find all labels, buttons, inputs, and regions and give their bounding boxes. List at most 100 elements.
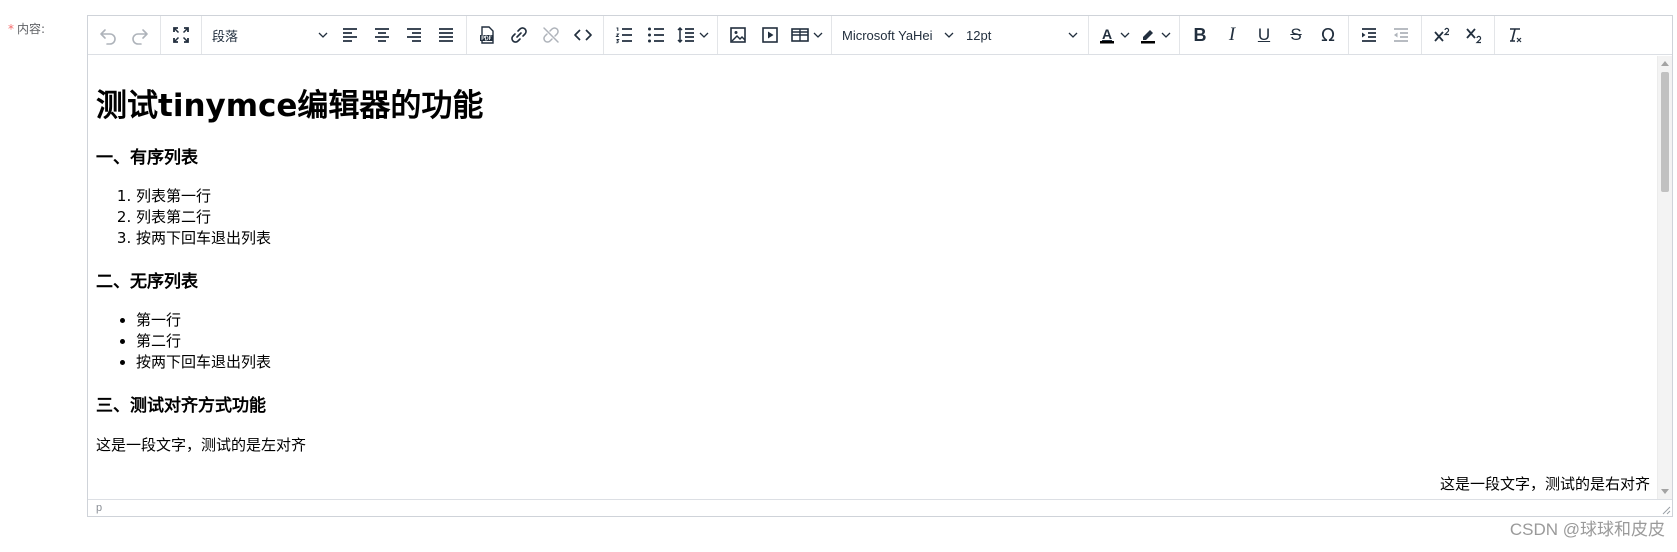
subscript-button[interactable] (1458, 20, 1490, 50)
bold-button[interactable]: B (1184, 20, 1216, 50)
outdent-button[interactable] (1385, 20, 1417, 50)
redo-icon (132, 29, 148, 45)
scroll-down-arrow-icon[interactable] (1661, 489, 1669, 494)
strikethrough-icon: S (1290, 25, 1302, 44)
text-color-glyph: A (1102, 26, 1112, 42)
list-item: 第二行 (136, 331, 1650, 352)
media-icon (762, 27, 778, 43)
indent-icon (1362, 28, 1376, 42)
indent-group (1349, 16, 1422, 54)
code-icon (574, 29, 592, 41)
line-height-button[interactable] (672, 20, 713, 50)
align-right-icon (407, 28, 421, 42)
insert-media-button[interactable] (754, 20, 786, 50)
scroll-up-arrow-icon[interactable] (1661, 61, 1669, 66)
align-left-button[interactable] (334, 20, 366, 50)
chevron-down-icon (699, 32, 709, 38)
font-family-value: Microsoft YaHei (842, 27, 933, 43)
export-pdf-button[interactable] (471, 20, 503, 50)
list-item: 按两下回车退出列表 (136, 352, 1650, 373)
unlink-button[interactable] (535, 20, 567, 50)
undo-button[interactable] (92, 20, 124, 50)
editor-content-area[interactable]: 测试tinymce编辑器的功能 一、有序列表 列表第一行 列表第二行 按两下回车… (88, 56, 1672, 499)
color-group: A (1089, 16, 1180, 54)
clear-formatting-icon (1510, 28, 1522, 43)
history-group (88, 16, 161, 54)
resize-handle-icon[interactable] (1660, 504, 1671, 515)
right-aligned-paragraph: 这是一段文字，测试的是右对齐 (1439, 475, 1650, 493)
style-group: B I U S Ω (1180, 16, 1349, 54)
editor-toolbar: 段落 Microsoft YaHei 12pt A B I U S Ω (88, 16, 1672, 55)
undo-icon (100, 29, 116, 45)
pdf-icon (480, 26, 494, 44)
vertical-scrollbar[interactable] (1657, 56, 1672, 499)
chevron-down-icon (944, 32, 954, 38)
document-title: 测试tinymce编辑器的功能 (96, 88, 484, 124)
unlink-icon (543, 27, 559, 43)
list-item: 列表第一行 (136, 186, 1650, 207)
image-icon (730, 27, 746, 43)
insert-image-button[interactable] (722, 20, 754, 50)
italic-icon: I (1228, 24, 1236, 45)
font-size-value: 12pt (966, 27, 992, 43)
align-right-button[interactable] (398, 20, 430, 50)
underline-button[interactable]: U (1248, 20, 1280, 50)
font-size-select[interactable]: 12pt (960, 20, 1084, 50)
section-heading-unordered-list: 二、无序列表 (96, 272, 198, 292)
align-justify-icon (439, 28, 453, 42)
bullet-list-button[interactable] (640, 20, 672, 50)
align-center-button[interactable] (366, 20, 398, 50)
italic-button[interactable]: I (1216, 20, 1248, 50)
clear-formatting-button[interactable] (1499, 20, 1531, 50)
chevron-down-icon (813, 32, 823, 38)
clear-group (1495, 16, 1535, 54)
rich-text-editor: 段落 Microsoft YaHei 12pt A B I U S Ω 测试ti… (87, 15, 1673, 517)
align-justify-button[interactable] (430, 20, 462, 50)
indent-button[interactable] (1353, 20, 1385, 50)
insert-link-button[interactable] (503, 20, 535, 50)
font-group: Microsoft YaHei 12pt (832, 16, 1089, 54)
link-icon (511, 27, 527, 43)
required-asterisk: * (8, 22, 14, 36)
format-group: 段落 (202, 16, 467, 54)
outdent-icon (1394, 28, 1408, 42)
csdn-watermark: CSDN @球球和皮皮 (1509, 520, 1665, 539)
content-label-text: 内容: (17, 22, 46, 36)
insert-table-button[interactable] (786, 20, 827, 50)
highlighter-icon (1141, 30, 1155, 44)
underline-icon: U (1257, 25, 1271, 44)
bold-icon: B (1193, 24, 1207, 45)
strikethrough-button[interactable]: S (1280, 20, 1312, 50)
chevron-down-icon (1068, 32, 1078, 38)
redo-button[interactable] (124, 20, 156, 50)
superscript-icon (1434, 27, 1450, 42)
text-color-button[interactable]: A (1093, 20, 1134, 50)
omega-icon: Ω (1321, 24, 1335, 46)
section-heading-alignment: 三、测试对齐方式功能 (96, 396, 266, 416)
fullscreen-button[interactable] (165, 20, 197, 50)
numbered-list-button[interactable] (608, 20, 640, 50)
content-form-label: * 内容: (8, 20, 45, 37)
fullscreen-icon (173, 27, 189, 43)
numbered-list-icon (615, 27, 632, 44)
scrollbar-thumb[interactable] (1661, 72, 1669, 192)
fullscreen-group (161, 16, 202, 54)
subscript-icon (1466, 28, 1482, 44)
list-item: 按两下回车退出列表 (136, 228, 1650, 249)
chevron-down-icon (1161, 32, 1171, 38)
block-format-select[interactable]: 段落 (206, 20, 334, 50)
align-left-icon (343, 28, 357, 42)
special-character-button[interactable]: Ω (1312, 20, 1344, 50)
bullet-list-icon (648, 27, 664, 43)
font-family-select[interactable]: Microsoft YaHei (836, 20, 960, 50)
ordered-list: 列表第一行 列表第二行 按两下回车退出列表 (96, 186, 1650, 249)
unordered-list: 第一行 第二行 按两下回车退出列表 (96, 310, 1650, 373)
superscript-button[interactable] (1426, 20, 1458, 50)
background-color-button[interactable] (1134, 20, 1175, 50)
chevron-down-icon (1120, 32, 1130, 38)
source-code-button[interactable] (567, 20, 599, 50)
block-format-value: 段落 (212, 28, 239, 44)
element-path[interactable]: p (96, 502, 102, 514)
insert-group-1 (467, 16, 604, 54)
section-heading-ordered-list: 一、有序列表 (96, 148, 198, 168)
